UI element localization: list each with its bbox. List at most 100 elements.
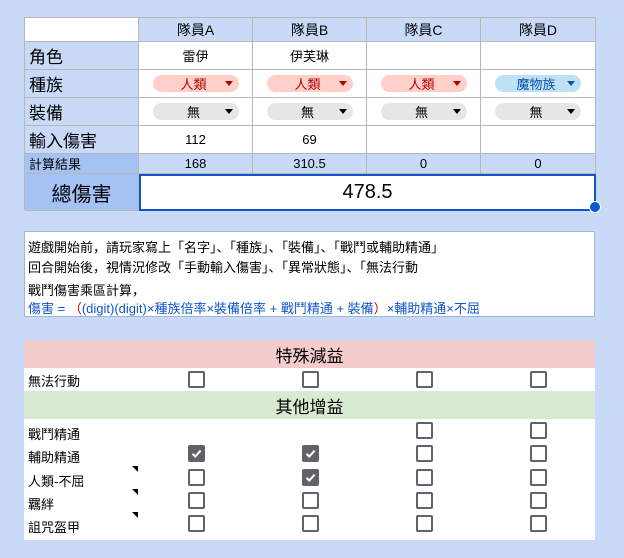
race-value-a: 人類 bbox=[180, 77, 207, 92]
buff-checkbox-3-b[interactable] bbox=[302, 492, 319, 509]
buff-checkbox-4-a[interactable] bbox=[188, 515, 205, 532]
role-cell-b[interactable]: 伊芙琳 bbox=[253, 42, 367, 70]
buff-checkbox-1-c[interactable] bbox=[416, 445, 433, 462]
note-indicator-icon bbox=[132, 512, 138, 518]
formula-body: (digit)(digit)×種族倍率×裝備倍率 + 戰鬥精通 + 裝備 bbox=[81, 301, 374, 316]
debuff-header[interactable]: 特殊減益 bbox=[24, 340, 595, 368]
buff-checkbox-2-c[interactable] bbox=[416, 469, 433, 486]
total-value[interactable]: 478.5 bbox=[139, 174, 596, 211]
dropdown-arrow-icon bbox=[338, 81, 347, 86]
result-b[interactable]: 310.5 bbox=[253, 154, 367, 174]
race-cell-b[interactable]: 人類 bbox=[253, 70, 367, 98]
race-dropdown-c[interactable]: 人類 bbox=[380, 75, 467, 92]
dropdown-arrow-icon bbox=[567, 109, 575, 114]
result-a[interactable]: 168 bbox=[139, 154, 253, 174]
debuff-label-0[interactable]: 無法行動 bbox=[28, 371, 80, 390]
dropdown-arrow-icon bbox=[567, 81, 575, 86]
race-cell-a[interactable]: 人類 bbox=[139, 70, 253, 98]
formula-open-paren: （ bbox=[68, 301, 82, 316]
buff-checkbox-0-d[interactable] bbox=[530, 422, 547, 439]
row-label-equip[interactable]: 裝備 bbox=[25, 98, 139, 126]
debuff-checkbox-0-c[interactable] bbox=[416, 371, 433, 388]
dropdown-arrow-icon bbox=[338, 109, 347, 114]
race-dropdown-a[interactable]: 人類 bbox=[152, 75, 239, 92]
equip-dropdown-a[interactable]: 無 bbox=[152, 103, 239, 120]
formula-prefix: 傷害 = bbox=[28, 301, 69, 316]
buff-checkbox-3-a[interactable] bbox=[188, 492, 205, 509]
buff-label-4[interactable]: 詛咒盔甲 bbox=[28, 517, 80, 536]
race-dropdown-d[interactable]: 魔物族 bbox=[495, 75, 581, 92]
debuff-checkbox-0-b[interactable] bbox=[302, 371, 319, 388]
dropdown-arrow-icon bbox=[224, 81, 233, 86]
buff-checkbox-1-b[interactable] bbox=[302, 445, 319, 462]
row-label-result[interactable]: 計算結果 bbox=[25, 154, 139, 174]
buff-label-3[interactable]: 羈絆 bbox=[28, 494, 54, 513]
header-member-c[interactable]: 隊員C bbox=[367, 18, 481, 42]
row-label-input-damage[interactable]: 輸入傷害 bbox=[25, 126, 139, 154]
equip-cell-b[interactable]: 無 bbox=[253, 98, 367, 126]
race-value-c: 人類 bbox=[408, 77, 435, 92]
selection-handle[interactable] bbox=[589, 201, 601, 213]
instructions-line-3: 戰鬥傷害乘區計算， bbox=[28, 283, 146, 298]
dropdown-arrow-icon bbox=[224, 109, 233, 114]
equip-value-c: 無 bbox=[414, 105, 428, 120]
row-label-role[interactable]: 角色 bbox=[25, 42, 139, 70]
buff-checkbox-4-b[interactable] bbox=[302, 515, 319, 532]
buff-checkbox-2-d[interactable] bbox=[530, 469, 547, 486]
buff-label-1[interactable]: 輔助精通 bbox=[28, 447, 80, 466]
header-member-b[interactable]: 隊員B bbox=[253, 18, 367, 42]
buff-checkbox-2-a[interactable] bbox=[188, 469, 205, 486]
header-member-d[interactable]: 隊員D bbox=[481, 18, 596, 42]
equip-value-d: 無 bbox=[529, 105, 543, 120]
buff-checkbox-2-b[interactable] bbox=[302, 469, 319, 486]
formula-close-paren: ） bbox=[373, 301, 387, 316]
role-cell-c[interactable] bbox=[367, 42, 481, 70]
buff-checkbox-4-d[interactable] bbox=[530, 515, 547, 532]
equip-dropdown-d[interactable]: 無 bbox=[495, 103, 581, 120]
damage-formula: 傷害 = （(digit)(digit)×種族倍率×裝備倍率 + 戰鬥精通 + … bbox=[28, 298, 594, 317]
checkmark-icon bbox=[305, 473, 316, 482]
input-damage-b[interactable]: 69 bbox=[253, 126, 367, 154]
buff-checkbox-4-c[interactable] bbox=[416, 515, 433, 532]
input-damage-c[interactable] bbox=[367, 126, 481, 154]
buff-checkbox-1-d[interactable] bbox=[530, 445, 547, 462]
equip-cell-c[interactable]: 無 bbox=[367, 98, 481, 126]
note-indicator-icon bbox=[132, 489, 138, 495]
race-value-d: 魔物族 bbox=[516, 77, 556, 92]
dropdown-arrow-icon bbox=[452, 81, 461, 86]
total-label[interactable]: 總傷害 bbox=[25, 174, 139, 211]
race-cell-c[interactable]: 人類 bbox=[367, 70, 481, 98]
row-label-race[interactable]: 種族 bbox=[25, 70, 139, 98]
equip-value-a: 無 bbox=[186, 105, 200, 120]
debuff-checkbox-0-a[interactable] bbox=[188, 371, 205, 388]
debuff-checkbox-0-d[interactable] bbox=[530, 371, 547, 388]
buff-checkbox-3-c[interactable] bbox=[416, 492, 433, 509]
status-table bbox=[24, 340, 595, 540]
checkmark-icon bbox=[191, 449, 202, 458]
buff-checkbox-3-d[interactable] bbox=[530, 492, 547, 509]
header-member-a[interactable]: 隊員A bbox=[139, 18, 253, 42]
equip-dropdown-c[interactable]: 無 bbox=[380, 103, 467, 120]
buff-checkbox-0-c[interactable] bbox=[416, 422, 433, 439]
buff-checkbox-1-a[interactable] bbox=[188, 445, 205, 462]
result-c[interactable]: 0 bbox=[367, 154, 481, 174]
input-damage-d[interactable] bbox=[481, 126, 596, 154]
dropdown-arrow-icon bbox=[452, 109, 461, 114]
buff-header[interactable]: 其他增益 bbox=[24, 391, 595, 419]
result-d[interactable]: 0 bbox=[481, 154, 596, 174]
checkmark-icon bbox=[305, 449, 316, 458]
buff-label-0[interactable]: 戰鬥精通 bbox=[28, 424, 80, 443]
buff-label-2[interactable]: 人類-不屈 bbox=[28, 471, 84, 490]
equip-cell-d[interactable]: 無 bbox=[481, 98, 596, 126]
role-cell-d[interactable] bbox=[481, 42, 596, 70]
note-indicator-icon bbox=[132, 466, 138, 472]
instructions-line-1: 遊戲開始前，請玩家寫上「名字」、「種族」、「裝備」、「戰鬥或輔助精通」 bbox=[28, 240, 445, 255]
input-damage-a[interactable]: 112 bbox=[139, 126, 253, 154]
race-cell-d[interactable]: 魔物族 bbox=[481, 70, 596, 98]
equip-cell-a[interactable]: 無 bbox=[139, 98, 253, 126]
role-cell-a[interactable]: 雷伊 bbox=[139, 42, 253, 70]
equip-dropdown-b[interactable]: 無 bbox=[266, 103, 353, 120]
race-value-b: 人類 bbox=[294, 77, 321, 92]
corner-cell[interactable] bbox=[25, 18, 139, 42]
race-dropdown-b[interactable]: 人類 bbox=[266, 75, 353, 92]
